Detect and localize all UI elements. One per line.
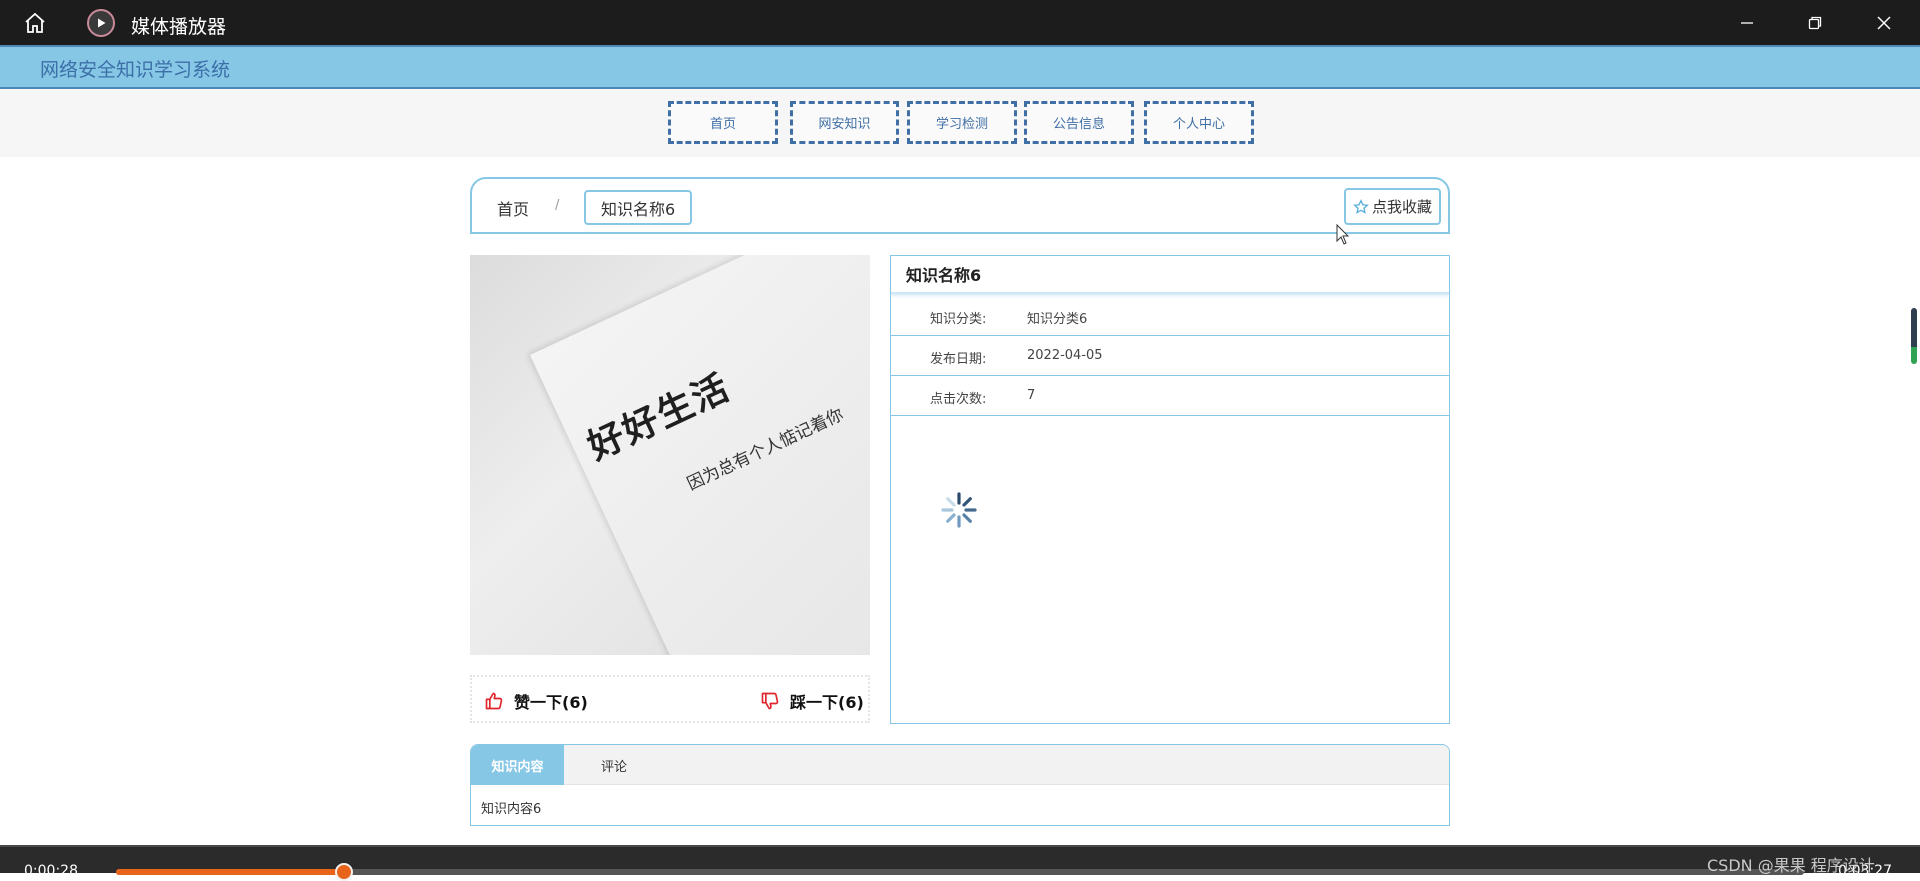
seek-bar-fill xyxy=(116,869,344,875)
window-title: 媒体播放器 xyxy=(131,16,227,38)
detail-value: 2022-04-05 xyxy=(1027,348,1103,363)
breadcrumb-current: 知识名称6 xyxy=(584,190,693,225)
nav-item-home[interactable]: 首页 xyxy=(668,101,778,144)
detail-title: 知识名称6 xyxy=(891,256,1449,294)
restore-icon[interactable] xyxy=(1795,8,1835,38)
nav-item-knowledge[interactable]: 网安知识 xyxy=(790,101,899,144)
site-header: 网络安全知识学习系统 xyxy=(0,45,1920,89)
thumbs-down-icon xyxy=(761,692,779,710)
detail-label: 发布日期: xyxy=(930,352,987,367)
like-label: 赞一下(6) xyxy=(514,693,588,712)
site-title: 网络安全知识学习系统 xyxy=(40,59,231,81)
breadcrumb-home[interactable]: 首页 xyxy=(497,196,529,220)
page-scrollbar-thumb[interactable] xyxy=(1911,308,1917,364)
play-circle-icon xyxy=(87,9,115,37)
like-button[interactable]: 赞一下(6) xyxy=(484,689,588,713)
detail-value: 7 xyxy=(1027,388,1036,403)
vote-bar: 赞一下(6) 踩一下(6) xyxy=(470,675,870,723)
tabs-header: 知识内容 评论 xyxy=(471,745,1449,785)
detail-panel: 知识名称6 知识分类: 知识分类6 发布日期: 2022-04-05 点击次数:… xyxy=(890,255,1450,724)
star-icon xyxy=(1353,198,1369,214)
breadcrumb-separator: / xyxy=(555,198,560,213)
content-tabs: 知识内容 评论 知识内容6 xyxy=(470,744,1450,826)
dislike-label: 踩一下(6) xyxy=(790,693,864,712)
home-icon[interactable] xyxy=(20,9,50,37)
window-titlebar: 媒体播放器 xyxy=(0,0,1920,45)
detail-row-category: 知识分类: 知识分类6 xyxy=(891,296,1449,336)
detail-row-clicks: 点击次数: 7 xyxy=(891,376,1449,416)
detail-row-date: 发布日期: 2022-04-05 xyxy=(891,336,1449,376)
dislike-button[interactable]: 踩一下(6) xyxy=(760,689,864,713)
close-icon[interactable] xyxy=(1864,8,1904,38)
detail-label: 点击次数: xyxy=(930,392,987,407)
favorite-button[interactable]: 点我收藏 xyxy=(1344,188,1441,225)
seek-handle[interactable] xyxy=(334,863,353,881)
detail-label: 知识分类: xyxy=(930,312,987,327)
breadcrumb: 首页 / 知识名称6 点我收藏 xyxy=(470,177,1450,234)
main-nav: 首页 网安知识 学习检测 公告信息 个人中心 xyxy=(0,89,1920,157)
thumbs-up-icon xyxy=(485,692,503,710)
nav-item-notice[interactable]: 公告信息 xyxy=(1024,101,1134,144)
seek-bar[interactable] xyxy=(116,863,1804,881)
paper-card xyxy=(530,255,870,655)
minimize-icon[interactable] xyxy=(1727,8,1767,38)
detail-value: 知识分类6 xyxy=(1027,312,1088,327)
current-time: 0:00:28 xyxy=(24,863,78,879)
tab-comments[interactable]: 评论 xyxy=(601,756,627,775)
spinner-icon xyxy=(941,492,977,528)
knowledge-image: 好好生活 因为总有个人惦记着你 xyxy=(470,255,870,655)
tab-content-text: 知识内容6 xyxy=(481,802,542,817)
mouse-cursor-icon xyxy=(1336,224,1350,245)
media-player-bar: 0:00:28 0:03:27 CSDN @果果 程序设计 xyxy=(0,845,1920,881)
favorite-label: 点我收藏 xyxy=(1371,198,1432,216)
nav-item-test[interactable]: 学习检测 xyxy=(907,101,1017,144)
tab-knowledge-content[interactable]: 知识内容 xyxy=(471,745,564,785)
nav-item-profile[interactable]: 个人中心 xyxy=(1144,101,1254,144)
watermark-text: CSDN @果果 程序设计 xyxy=(1707,856,1875,875)
